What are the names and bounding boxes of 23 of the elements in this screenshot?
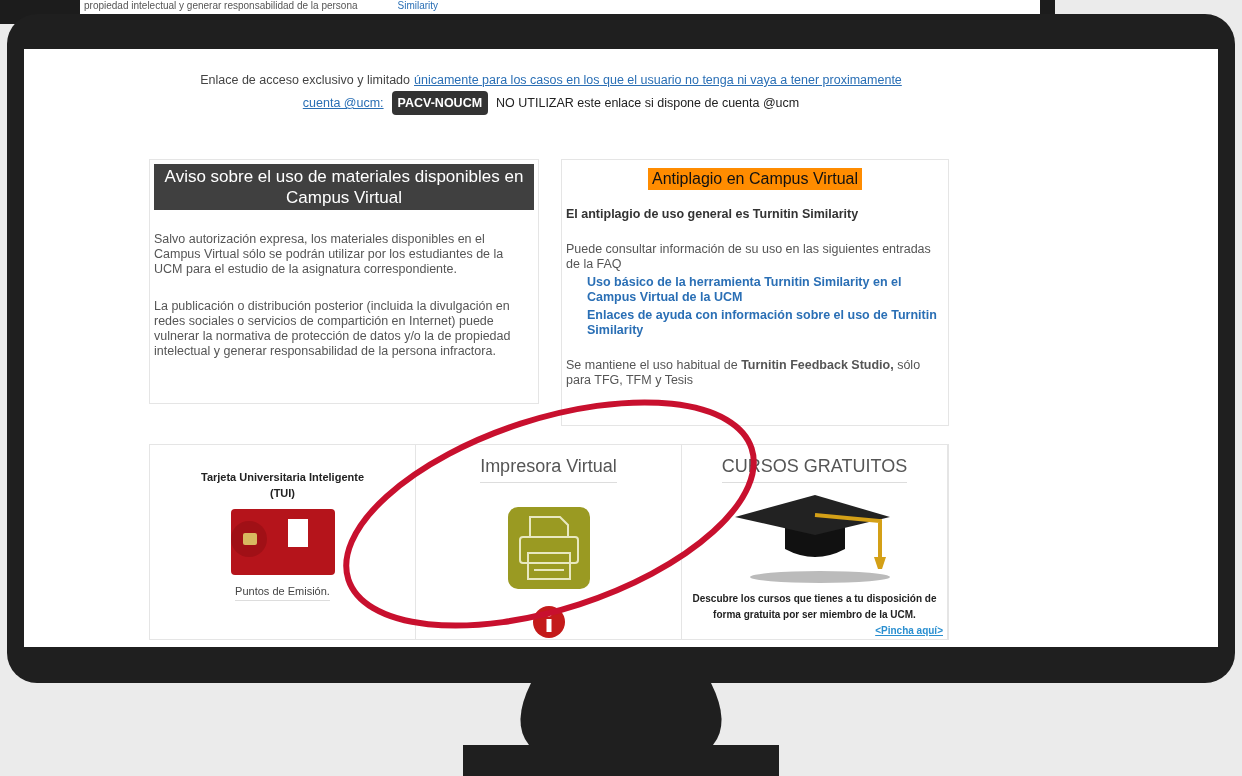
tile-title: Impresora Virtual [480,453,617,483]
info-icon[interactable] [531,605,566,639]
courses-description: Descubre los cursos que tienes a tu disposición de forma gratuita por ser miembro de la UCM. [691,592,938,622]
faq-link[interactable]: Enlaces de ayuda con información sobre el uso de Turnitin Similarity [587,308,944,338]
access-warning: NO UTILIZAR este enlace si dispone de cuenta @ucm [496,95,800,112]
pacv-noucm-button[interactable]: PACV-NOUCM [391,91,489,115]
click-here-link[interactable]: <Pincha aquí> [875,623,943,638]
antiplagio-lead: El antiplagio de uso general es Turnitin Similarity [566,207,860,222]
background-text: Similarity [397,0,439,12]
issuance-points-link[interactable]: Puntos de Emisión. [235,583,330,601]
notice-paragraph: Salvo autorización expresa, los materiales disponibles en el Campus Virtual sólo se podrán utilizar por los estudiantes de la UCM para el estudio de la asignatura correspondiente. [154,232,505,277]
card-title: Antiplagio en Campus Virtual [647,168,862,190]
faq-link[interactable]: Uso básico de la herramienta Turnitin Similarity en el Campus Virtual de la UCM [587,275,944,305]
card-title: Aviso sobre el uso de materiales disponibles en Campus Virtual [154,164,534,210]
antiplagio-intro: Puede consultar información de su uso en las siguientes entradas de la FAQ [566,242,932,272]
access-link[interactable]: cuenta @ucm: [302,92,384,114]
printer-icon[interactable] [507,507,590,589]
access-link[interactable]: únicamente para los casos en los que el usuario no tenga ni vaya a tener proximamente [414,69,902,91]
access-text: Enlace de acceso exclusivo y limitado [200,72,410,89]
background-text: propiedad intelectual y generar responsabilidad de la persona [84,0,358,12]
notice-paragraph: La publicación o distribución posterior (incluida la divulgación en redes sociales o servicios de compartición en Internet) puede vulnerar la normativa de protección de datos y/o la de propiedad intelectual y generar responsabilidad de la persona infractora. [154,299,512,359]
tile-title: Tarjeta Universitaria Inteligente (TUI) [200,470,365,501]
antiplagio-note: Se mantiene el uso habitual de Turnitin Feedback Studio, sólo para TFG, TFM y Tesis [566,358,922,388]
